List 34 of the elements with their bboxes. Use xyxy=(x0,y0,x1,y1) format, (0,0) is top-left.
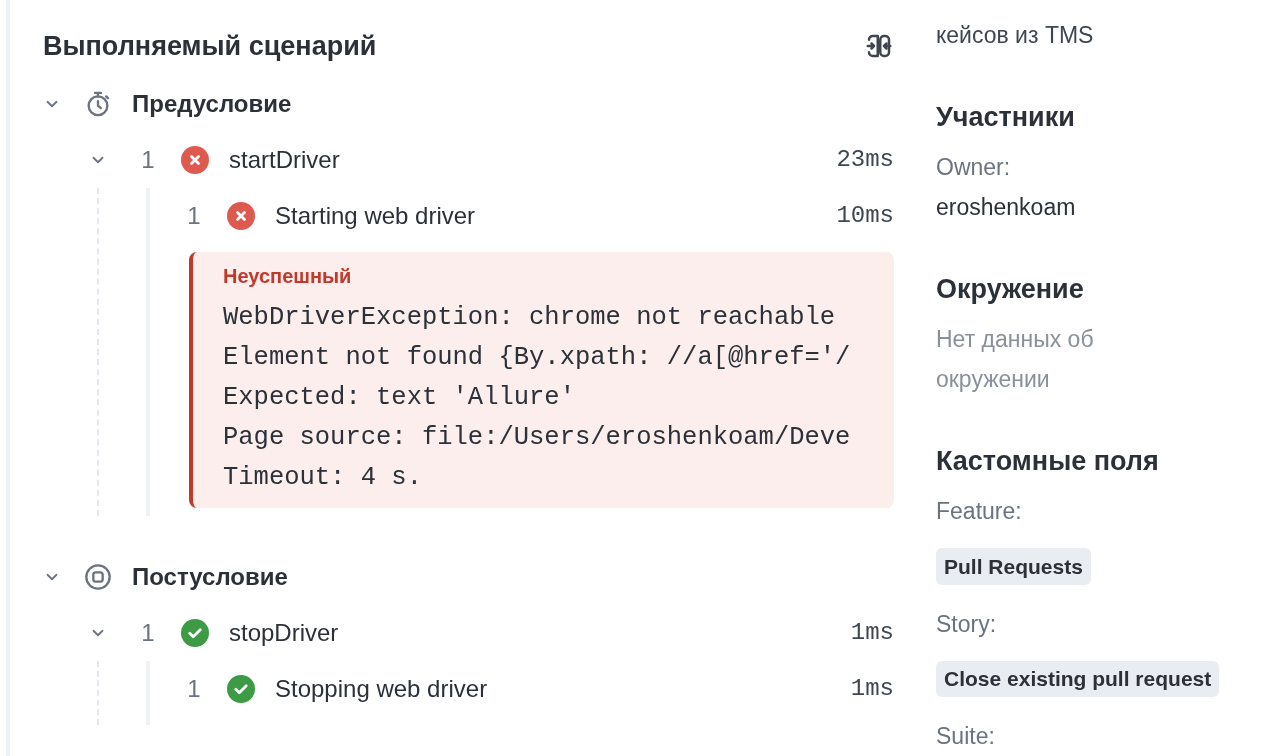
field-label: Feature: xyxy=(936,497,1023,526)
section-label: Предусловие xyxy=(132,89,292,119)
step-number: 1 xyxy=(186,674,202,704)
step-number: 1 xyxy=(140,618,156,648)
tag: Pull Requests xyxy=(936,548,1091,585)
empty-text: Нет данных об окружении xyxy=(936,325,1095,394)
step-number: 1 xyxy=(186,201,202,231)
panel-title: Кастомные поля xyxy=(936,445,1160,478)
tag: Close existing pull request xyxy=(936,660,1220,697)
field-label: Owner: xyxy=(936,153,1012,182)
section-title: Выполняемый сценарий xyxy=(43,30,377,63)
panel-title: Участники xyxy=(936,101,1076,134)
owner-name: eroshenkoam xyxy=(936,193,1077,222)
error-title: Неуспешный xyxy=(223,264,353,289)
error-line: Element not found {By.xpath: //a[@href='/ xyxy=(223,342,852,374)
step-duration: 23ms xyxy=(836,145,894,175)
field-label: Story: xyxy=(936,609,998,639)
field-label: Suite: xyxy=(936,722,996,751)
error-line: Page source: file:/Users/eroshenkoam/Deve xyxy=(223,422,852,454)
step-duration: 1ms xyxy=(850,618,894,648)
panel-title: Окружение xyxy=(936,273,1085,306)
error-line: Expected: text 'Allure' xyxy=(223,382,576,414)
section-label: Постусловие xyxy=(132,562,288,592)
step-name: stopDriver xyxy=(229,618,340,648)
links-text: кейсов из TMS xyxy=(936,21,1095,50)
step-duration: 10ms xyxy=(836,201,894,231)
error-line: WebDriverException: chrome not reachable xyxy=(223,302,837,334)
step-number: 1 xyxy=(140,145,156,175)
step-name: Starting web driver xyxy=(275,201,477,231)
step-name: Stopping web driver xyxy=(275,674,489,704)
error-line: Timeout: 4 s. xyxy=(223,462,423,494)
stop-circle-icon xyxy=(84,563,112,591)
step-duration: 1ms xyxy=(850,674,894,704)
step-name: startDriver xyxy=(229,145,341,175)
